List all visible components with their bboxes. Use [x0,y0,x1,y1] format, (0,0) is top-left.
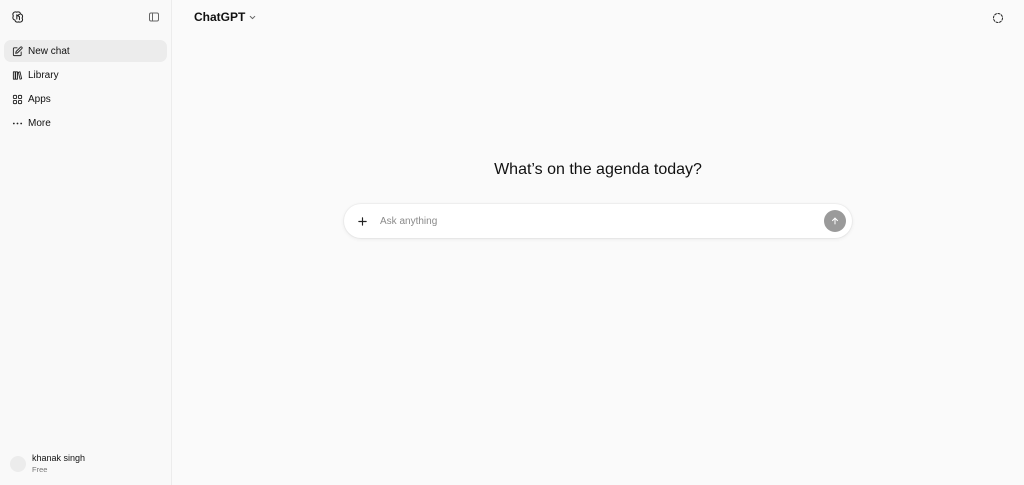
library-icon [11,69,23,81]
main: ChatGPT What’s on the agenda today? [172,0,1024,485]
more-icon [11,117,23,129]
user-plan: Free [32,465,48,474]
user-info: khanak singh Free [32,453,85,475]
sidebar-item-label: Library [28,69,59,81]
plus-icon[interactable] [356,215,368,227]
user-profile[interactable]: khanak singh Free [10,453,85,475]
sidebar-item-library[interactable]: Library [4,64,167,86]
openai-logo-icon[interactable] [10,9,26,25]
page-title: What’s on the agenda today? [494,161,702,178]
model-name: ChatGPT [194,10,246,24]
top-bar: ChatGPT [172,0,1024,34]
sidebar-toggle-icon[interactable] [147,10,161,24]
sidebar-nav: New chat Library Apps More [0,40,171,134]
avatar [10,456,26,472]
sidebar-item-label: New chat [28,45,70,57]
sidebar-header [0,0,171,34]
arrow-up-icon [831,217,839,225]
send-button[interactable] [824,210,846,232]
sidebar-item-more[interactable]: More [4,112,167,134]
model-selector[interactable]: ChatGPT [194,10,257,24]
user-name: khanak singh [32,453,86,463]
sidebar-item-new-chat[interactable]: New chat [4,40,167,62]
temporary-chat-icon[interactable] [992,11,1004,23]
chevron-down-icon [248,13,257,22]
sidebar: New chat Library Apps More khanak singh … [0,0,172,485]
sidebar-item-label: More [28,117,51,129]
sidebar-item-apps[interactable]: Apps [4,88,167,110]
prompt-input[interactable] [378,214,824,228]
composer [344,204,852,238]
apps-icon [11,93,23,105]
compose-icon [11,45,23,57]
app: New chat Library Apps More khanak singh … [0,0,1024,485]
sidebar-item-label: Apps [28,93,51,105]
